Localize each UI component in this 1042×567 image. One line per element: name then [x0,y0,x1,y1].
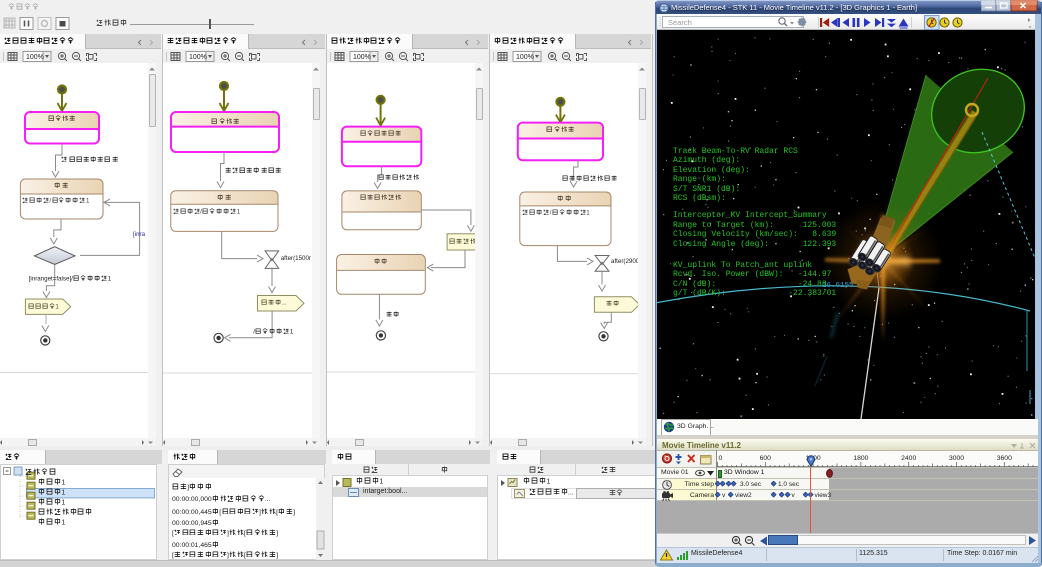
svg-text:0: 0 [719,455,723,462]
svg-text:100%: 100% [516,54,534,61]
svg-text:3000: 3000 [949,455,964,462]
svg-text:3600: 3600 [997,455,1012,462]
svg-text:2400: 2400 [901,455,916,462]
svg-text:100%: 100% [353,54,371,61]
svg-text:600: 600 [760,455,772,462]
svg-text:100%: 100% [189,54,207,61]
svg-text:1800: 1800 [853,455,868,462]
svg-text:100%: 100% [26,54,44,61]
